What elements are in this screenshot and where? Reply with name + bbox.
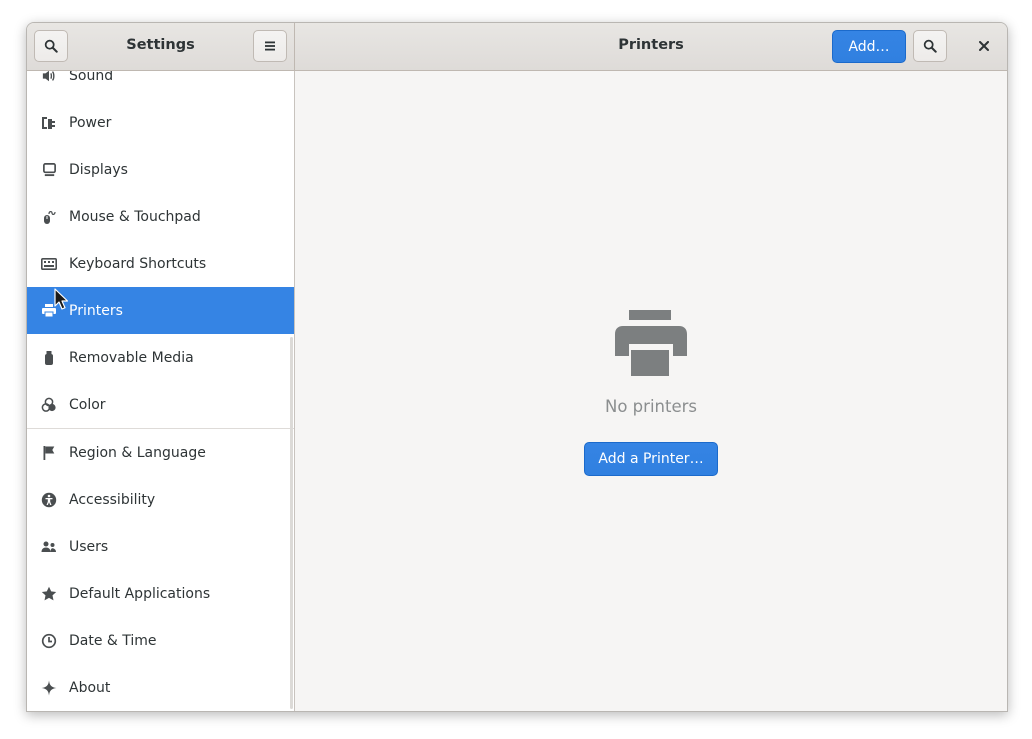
- sidebar-item-power[interactable]: Power: [27, 99, 294, 146]
- sidebar-item-label: Default Applications: [69, 585, 211, 602]
- printers-panel: No printers Add a Printer…: [295, 71, 1007, 711]
- menu-button[interactable]: [253, 30, 287, 62]
- empty-state-message: No printers: [605, 397, 697, 416]
- mouse-icon: [41, 209, 57, 225]
- sidebar-item-keyboard-shortcuts[interactable]: Keyboard Shortcuts: [27, 240, 294, 287]
- search-icon: [923, 39, 937, 53]
- sidebar-item-color[interactable]: Color: [27, 381, 294, 428]
- add-button[interactable]: Add…: [832, 30, 906, 63]
- sidebar-item-label: Power: [69, 114, 112, 131]
- sidebar-item-label: About: [69, 679, 111, 696]
- printer-search-button[interactable]: [913, 30, 947, 62]
- sidebar-item-label: Color: [69, 396, 106, 413]
- clock-icon: [41, 633, 57, 649]
- sidebar-item-label: Mouse & Touchpad: [69, 208, 201, 225]
- sidebar: Sound Power Displays Mouse & Touchpad Ke: [27, 71, 295, 711]
- sparkle-icon: [41, 680, 57, 696]
- close-icon: [979, 41, 989, 51]
- sidebar-item-label: Date & Time: [69, 632, 157, 649]
- sidebar-item-users[interactable]: Users: [27, 523, 294, 570]
- sidebar-header: Settings: [27, 23, 295, 70]
- header-bar: Settings Printers Add…: [27, 23, 1007, 71]
- flag-icon: [41, 445, 57, 461]
- sidebar-item-label: Keyboard Shortcuts: [69, 255, 207, 272]
- sidebar-item-label: Printers: [69, 302, 123, 319]
- users-icon: [41, 539, 57, 555]
- printer-icon: [615, 310, 687, 376]
- display-icon: [41, 162, 57, 178]
- sidebar-item-region-language[interactable]: Region & Language: [27, 429, 294, 476]
- sidebar-item-sound[interactable]: Sound: [27, 71, 294, 99]
- sidebar-item-removable-media[interactable]: Removable Media: [27, 334, 294, 381]
- color-icon: [41, 397, 57, 413]
- add-printer-button[interactable]: Add a Printer…: [584, 442, 718, 476]
- speaker-icon: [41, 71, 57, 84]
- sidebar-item-accessibility[interactable]: Accessibility: [27, 476, 294, 523]
- sidebar-item-label: Accessibility: [69, 491, 156, 508]
- sidebar-scrollbar[interactable]: [290, 337, 293, 709]
- usb-drive-icon: [41, 350, 57, 366]
- close-button[interactable]: [967, 30, 1001, 62]
- power-plug-icon: [41, 115, 57, 131]
- sidebar-item-date-time[interactable]: Date & Time: [27, 617, 294, 664]
- sidebar-item-label: Removable Media: [69, 349, 194, 366]
- sidebar-item-default-applications[interactable]: Default Applications: [27, 570, 294, 617]
- accessibility-icon: [41, 492, 57, 508]
- mouse-pointer-icon: [54, 288, 68, 310]
- sidebar-item-about[interactable]: About: [27, 664, 294, 711]
- sidebar-item-label: Displays: [69, 161, 128, 178]
- sidebar-item-mouse-touchpad[interactable]: Mouse & Touchpad: [27, 193, 294, 240]
- sidebar-item-label: Sound: [69, 71, 114, 84]
- sidebar-item-displays[interactable]: Displays: [27, 146, 294, 193]
- sidebar-item-label: Users: [69, 538, 109, 555]
- keyboard-icon: [41, 256, 57, 272]
- settings-window: Settings Printers Add… Sound Power Displ…: [26, 22, 1008, 712]
- star-icon: [41, 586, 57, 602]
- hamburger-menu-icon: [265, 41, 275, 51]
- sidebar-item-label: Region & Language: [69, 444, 206, 461]
